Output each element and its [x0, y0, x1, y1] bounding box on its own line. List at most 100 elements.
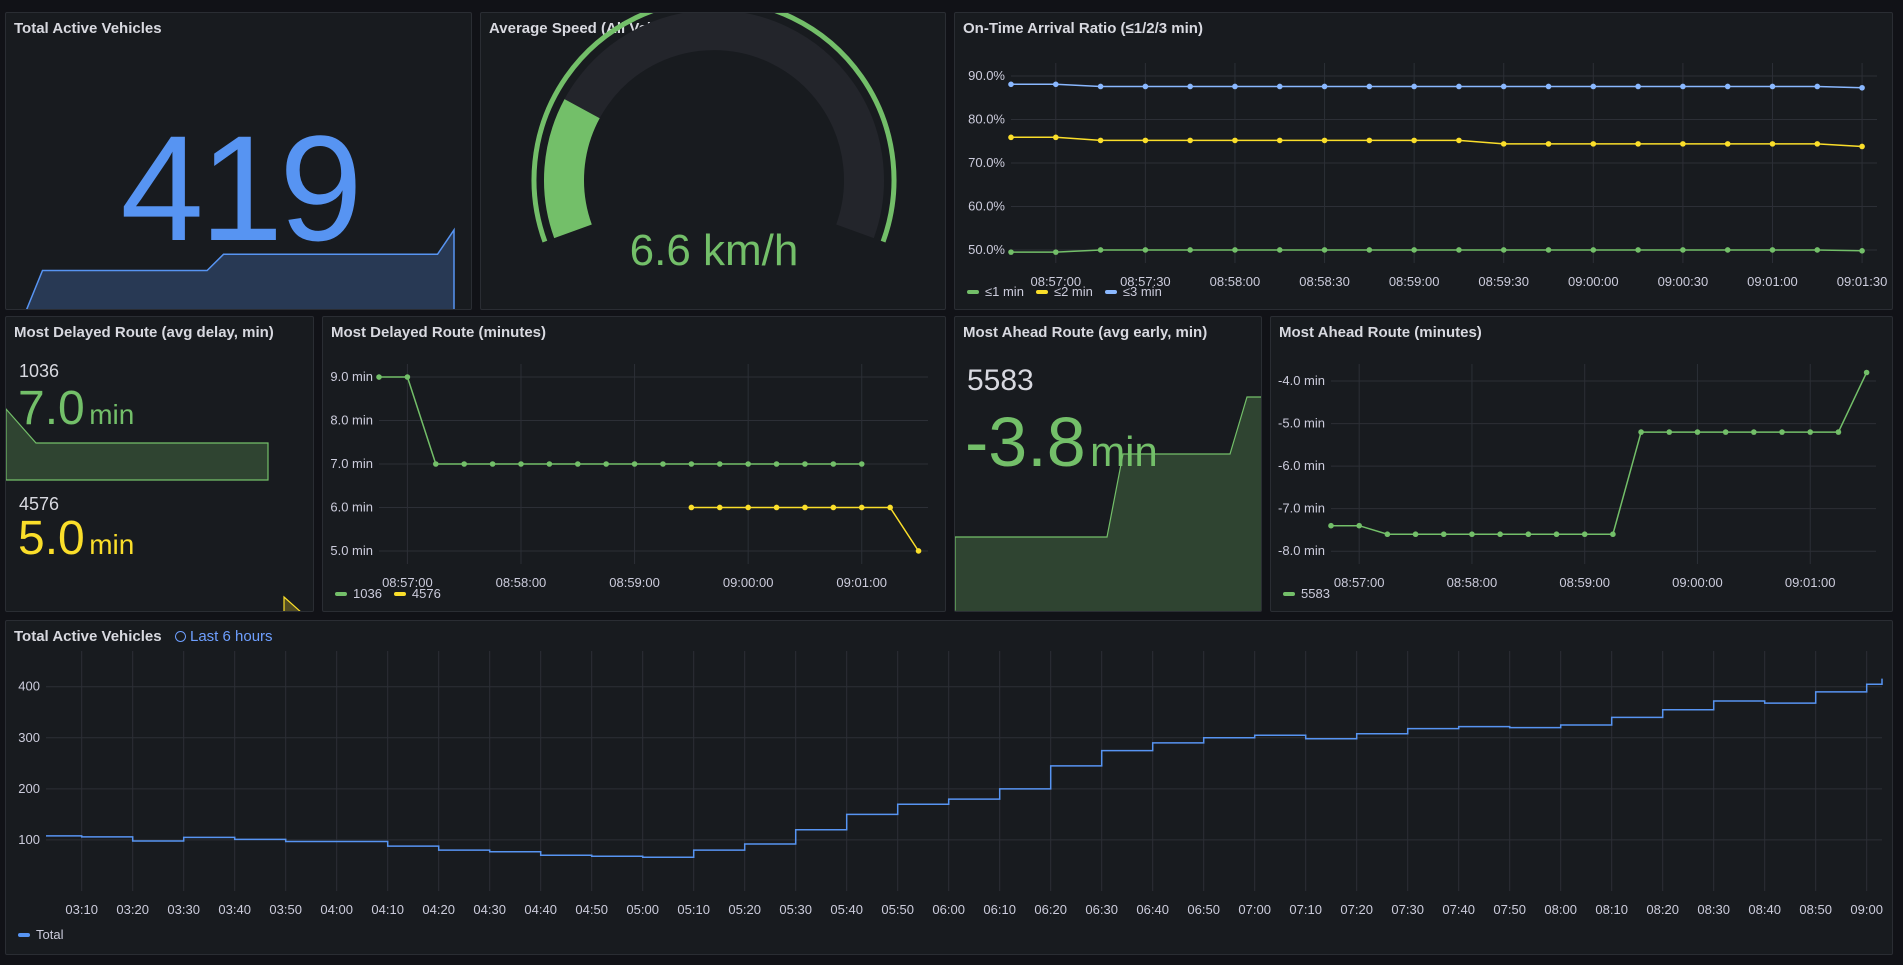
data-point — [489, 461, 496, 467]
gauge-value: 6.6 km/h — [629, 226, 799, 275]
data-point — [1232, 137, 1238, 144]
y-tick-label: -4.0 min — [1278, 373, 1325, 388]
legend-item[interactable]: 5583 — [1283, 586, 1330, 601]
series-line — [46, 678, 1883, 859]
data-point — [1500, 247, 1507, 253]
legend-item[interactable]: 4576 — [393, 586, 441, 601]
data-point — [1052, 134, 1059, 141]
data-point — [1863, 369, 1870, 376]
data-point — [1769, 141, 1776, 147]
data-point — [1545, 83, 1552, 90]
legend-item[interactable]: ≤3 min — [1104, 284, 1162, 299]
data-point — [858, 461, 865, 467]
data-point — [1008, 134, 1014, 141]
data-point — [1469, 531, 1475, 538]
panel-most-delayed-chart[interactable]: Most Delayed Route (minutes) 9.0 min 8.0 … — [322, 316, 946, 612]
series-line — [1011, 136, 1863, 148]
x-tick-label: 08:58:30 — [1299, 274, 1350, 289]
y-tick-label: -6.0 min — [1278, 458, 1325, 473]
data-point — [716, 461, 723, 467]
data-point — [1500, 83, 1507, 90]
x-tick-label: 06:50 — [1187, 902, 1220, 917]
data-point — [1590, 141, 1597, 147]
data-point — [773, 504, 780, 511]
x-tick-label: 07:20 — [1340, 902, 1373, 917]
data-point — [688, 461, 695, 467]
x-tick-label: 08:57:00 — [1334, 575, 1385, 590]
x-tick-label: 07:10 — [1289, 902, 1322, 917]
y-tick-label: 70.0% — [968, 155, 1005, 170]
y-tick-label: 9.0 min — [330, 369, 373, 384]
data-point — [745, 504, 751, 511]
data-point — [802, 504, 808, 511]
x-tick-label: 09:00:00 — [1568, 274, 1619, 289]
delay-value: 5.0 min — [18, 515, 134, 563]
panel-active-vehicles-history[interactable]: Total Active Vehicles Last 6 hours 400 30… — [5, 620, 1893, 955]
x-tick-label: 08:40 — [1748, 902, 1781, 917]
data-point — [1008, 81, 1014, 88]
legend: 1036 4576 — [335, 586, 441, 601]
data-point — [1680, 83, 1686, 90]
y-tick-label: 80.0% — [968, 112, 1005, 127]
y-tick-label: 400 — [18, 679, 40, 694]
legend-item[interactable]: ≤1 min — [967, 284, 1024, 299]
data-point — [1097, 137, 1104, 144]
legend-item[interactable]: ≤2 min — [1035, 284, 1093, 299]
delayed-chart: 9.0 min8.0 min7.0 min6.0 min5.0 min08:57… — [330, 364, 928, 590]
x-tick-label: 05:00 — [626, 902, 659, 917]
data-point — [830, 461, 837, 467]
data-point — [1412, 531, 1419, 538]
data-point — [1411, 137, 1417, 144]
x-tick-label: 08:59:00 — [609, 575, 660, 590]
panel-most-ahead-chart[interactable]: Most Ahead Route (minutes) -4.0 min -5.0 … — [1270, 316, 1893, 612]
x-tick-label: 05:50 — [881, 902, 914, 917]
legend-item[interactable]: 1036 — [335, 586, 382, 601]
stat-value: 419 — [120, 104, 362, 272]
data-point — [1497, 531, 1503, 538]
data-point — [1635, 141, 1641, 147]
data-point — [1635, 83, 1641, 90]
x-tick-label: 03:20 — [116, 902, 149, 917]
x-tick-label: 09:01:30 — [1837, 274, 1888, 289]
y-tick-label: -5.0 min — [1278, 416, 1325, 431]
x-tick-label: 06:40 — [1136, 902, 1169, 917]
panel-total-active-vehicles-stat[interactable]: Total Active Vehicles 419 — [5, 12, 472, 310]
y-tick-label: 5.0 min — [330, 543, 373, 558]
legend-item[interactable]: Total — [18, 927, 63, 942]
value: -3.8 — [965, 403, 1086, 481]
data-point — [1635, 247, 1641, 253]
panel-average-speed-gauge[interactable]: Average Speed (All Vehicles) 6.6 km/h — [480, 12, 946, 310]
data-point — [887, 504, 893, 511]
panel-most-ahead-stat[interactable]: Most Ahead Route (avg early, min) 5583 -… — [954, 316, 1262, 612]
x-tick-label: 03:30 — [167, 902, 200, 917]
data-point — [1769, 247, 1776, 253]
data-point — [1052, 81, 1059, 88]
data-point — [802, 461, 808, 467]
x-tick-label: 04:20 — [422, 902, 455, 917]
x-tick-label: 09:00:00 — [1672, 575, 1723, 590]
legend-label: 5583 — [1301, 586, 1330, 601]
data-point — [1581, 531, 1588, 538]
panel-most-delayed-stat[interactable]: Most Delayed Route (avg delay, min) 1036… — [5, 316, 314, 612]
x-tick-label: 08:59:00 — [1559, 575, 1610, 590]
data-point — [1680, 141, 1686, 147]
legend-label: ≤1 min — [985, 284, 1024, 299]
y-tick-label: 50.0% — [968, 242, 1005, 257]
data-point — [1807, 429, 1814, 435]
data-point — [1456, 137, 1462, 144]
data-point — [1097, 247, 1104, 253]
panel-on-time-ratio[interactable]: On-Time Arrival Ratio (≤1/2/3 min) 90.0%… — [954, 12, 1893, 310]
route-id: 1036 — [19, 361, 60, 381]
data-point — [1097, 83, 1104, 90]
data-point — [1638, 429, 1644, 435]
data-point — [1724, 247, 1731, 253]
x-tick-label: 05:40 — [830, 902, 863, 917]
x-tick-label: 04:00 — [320, 902, 353, 917]
data-point — [1859, 84, 1865, 91]
data-point — [660, 461, 666, 467]
data-point — [376, 374, 382, 380]
data-point — [1366, 83, 1373, 90]
legend-label: 1036 — [353, 586, 382, 601]
data-point — [773, 461, 780, 467]
x-tick-label: 08:30 — [1697, 902, 1730, 917]
